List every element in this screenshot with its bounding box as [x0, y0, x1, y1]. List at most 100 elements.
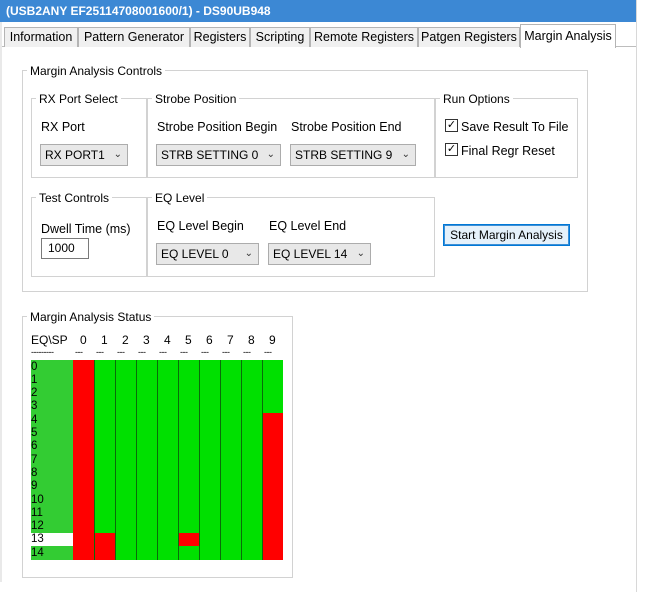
pass-cell	[94, 426, 115, 441]
pass-cell	[94, 439, 115, 454]
eq-row-label: 4	[31, 413, 38, 426]
pass-cell	[115, 360, 136, 374]
eq-row-label: 5	[31, 427, 38, 439]
fail-cell	[73, 386, 94, 401]
pass-cell	[157, 426, 178, 441]
tab-registers[interactable]: Registers	[190, 27, 250, 47]
pass-cell	[157, 453, 178, 467]
tab-information[interactable]: Information	[4, 27, 78, 47]
pass-cell	[136, 386, 157, 401]
pass-cell	[178, 493, 199, 507]
pass-cell	[115, 519, 136, 534]
tab-pattern-generator[interactable]: Pattern Generator	[78, 27, 190, 47]
pass-cell	[94, 519, 115, 534]
fail-cell	[262, 413, 283, 427]
pass-cell	[199, 399, 220, 414]
pass-cell	[220, 546, 241, 560]
column-separator	[178, 360, 179, 560]
pass-cell	[136, 399, 157, 414]
margin-analysis-controls-title: Margin Analysis Controls	[27, 64, 166, 78]
pass-cell	[115, 479, 136, 494]
eq-row-label: 3	[31, 400, 38, 413]
column-separator	[115, 360, 116, 560]
save-result-checkbox[interactable]: ✓	[445, 119, 458, 132]
pass-cell	[115, 493, 136, 507]
pass-cell	[115, 546, 136, 560]
rx-port-dropdown[interactable]: RX PORT1 ⌄	[40, 144, 128, 166]
pass-cell	[178, 453, 199, 467]
dwell-time-label: Dwell Time (ms)	[41, 222, 131, 236]
fail-cell	[262, 532, 283, 547]
sp-column-dash: ---	[75, 347, 83, 357]
strobe-position-begin-dropdown[interactable]: STRB SETTING 0 ⌄	[156, 144, 281, 166]
pass-cell	[178, 439, 199, 454]
pass-cell	[241, 546, 262, 560]
dwell-time-input[interactable]: 1000	[41, 238, 89, 259]
pass-cell	[136, 426, 157, 441]
pass-cell	[241, 439, 262, 454]
save-result-label: Save Result To File	[461, 120, 569, 134]
pass-cell	[136, 439, 157, 454]
rx-port-label: RX Port	[41, 120, 85, 134]
pass-cell	[178, 360, 199, 374]
strobe-position-end-dropdown[interactable]: STRB SETTING 9 ⌄	[290, 144, 416, 166]
pass-cell	[178, 399, 199, 414]
pass-cell	[157, 386, 178, 401]
fail-cell	[73, 399, 94, 414]
pass-cell	[241, 413, 262, 427]
start-margin-analysis-button[interactable]: Start Margin Analysis	[443, 224, 570, 246]
tab-remote-registers[interactable]: Remote Registers	[310, 27, 418, 47]
sp-column-dash: ---	[96, 347, 104, 357]
eq-level-begin-dropdown[interactable]: EQ LEVEL 0 ⌄	[156, 243, 259, 265]
pass-cell	[241, 386, 262, 401]
pass-cell	[115, 399, 136, 414]
pass-cell	[178, 519, 199, 534]
tab-scripting[interactable]: Scripting	[250, 27, 310, 47]
pass-cell	[157, 399, 178, 414]
fail-cell	[262, 546, 283, 560]
eq-row-label: 11	[31, 506, 43, 519]
tab-patgen-registers[interactable]: Patgen Registers	[418, 27, 520, 47]
fail-cell	[262, 453, 283, 467]
pass-cell	[220, 386, 241, 401]
pass-cell	[94, 453, 115, 467]
pass-cell	[178, 506, 199, 521]
pass-cell	[220, 453, 241, 467]
pass-cell	[157, 413, 178, 427]
rx-port-select-group	[31, 98, 147, 178]
final-regr-reset-checkbox[interactable]: ✓	[445, 143, 458, 156]
eq-row-label: 13	[31, 533, 44, 546]
pass-cell	[178, 479, 199, 494]
pass-cell	[178, 546, 199, 560]
window-left-edge	[0, 22, 2, 582]
pass-cell	[220, 399, 241, 414]
pass-cell	[136, 493, 157, 507]
tab-margin-analysis[interactable]: Margin Analysis	[520, 24, 616, 48]
eq-row-label: 9	[31, 480, 38, 493]
chevron-down-icon: ⌄	[401, 149, 410, 160]
column-separator	[136, 360, 137, 560]
sp-column-dash: ---	[117, 347, 125, 357]
fail-cell	[73, 373, 94, 388]
column-separator	[199, 360, 200, 560]
fail-cell	[73, 546, 94, 560]
window-title: (USB2ANY EF25114708001600/1) - DS90UB948	[0, 0, 637, 22]
eq-row-label: 12	[31, 520, 44, 533]
pass-cell	[220, 426, 241, 441]
fail-cell	[73, 360, 94, 374]
pass-cell	[94, 360, 115, 374]
run-options-group	[435, 98, 578, 178]
pass-cell	[115, 453, 136, 467]
pass-cell	[199, 519, 220, 534]
eq-level-end-dropdown[interactable]: EQ LEVEL 14 ⌄	[268, 243, 371, 265]
pass-cell	[94, 493, 115, 507]
pass-cell	[241, 493, 262, 507]
strobe-position-end-label: Strobe Position End	[291, 120, 402, 134]
pass-cell	[262, 386, 283, 401]
pass-cell	[94, 413, 115, 427]
eq-level-end-label: EQ Level End	[269, 219, 347, 233]
sp-column-dash: ---	[222, 347, 230, 357]
sp-column-dash: ---	[201, 347, 209, 357]
pass-cell	[241, 373, 262, 388]
eq-row-label: 2	[31, 387, 38, 400]
